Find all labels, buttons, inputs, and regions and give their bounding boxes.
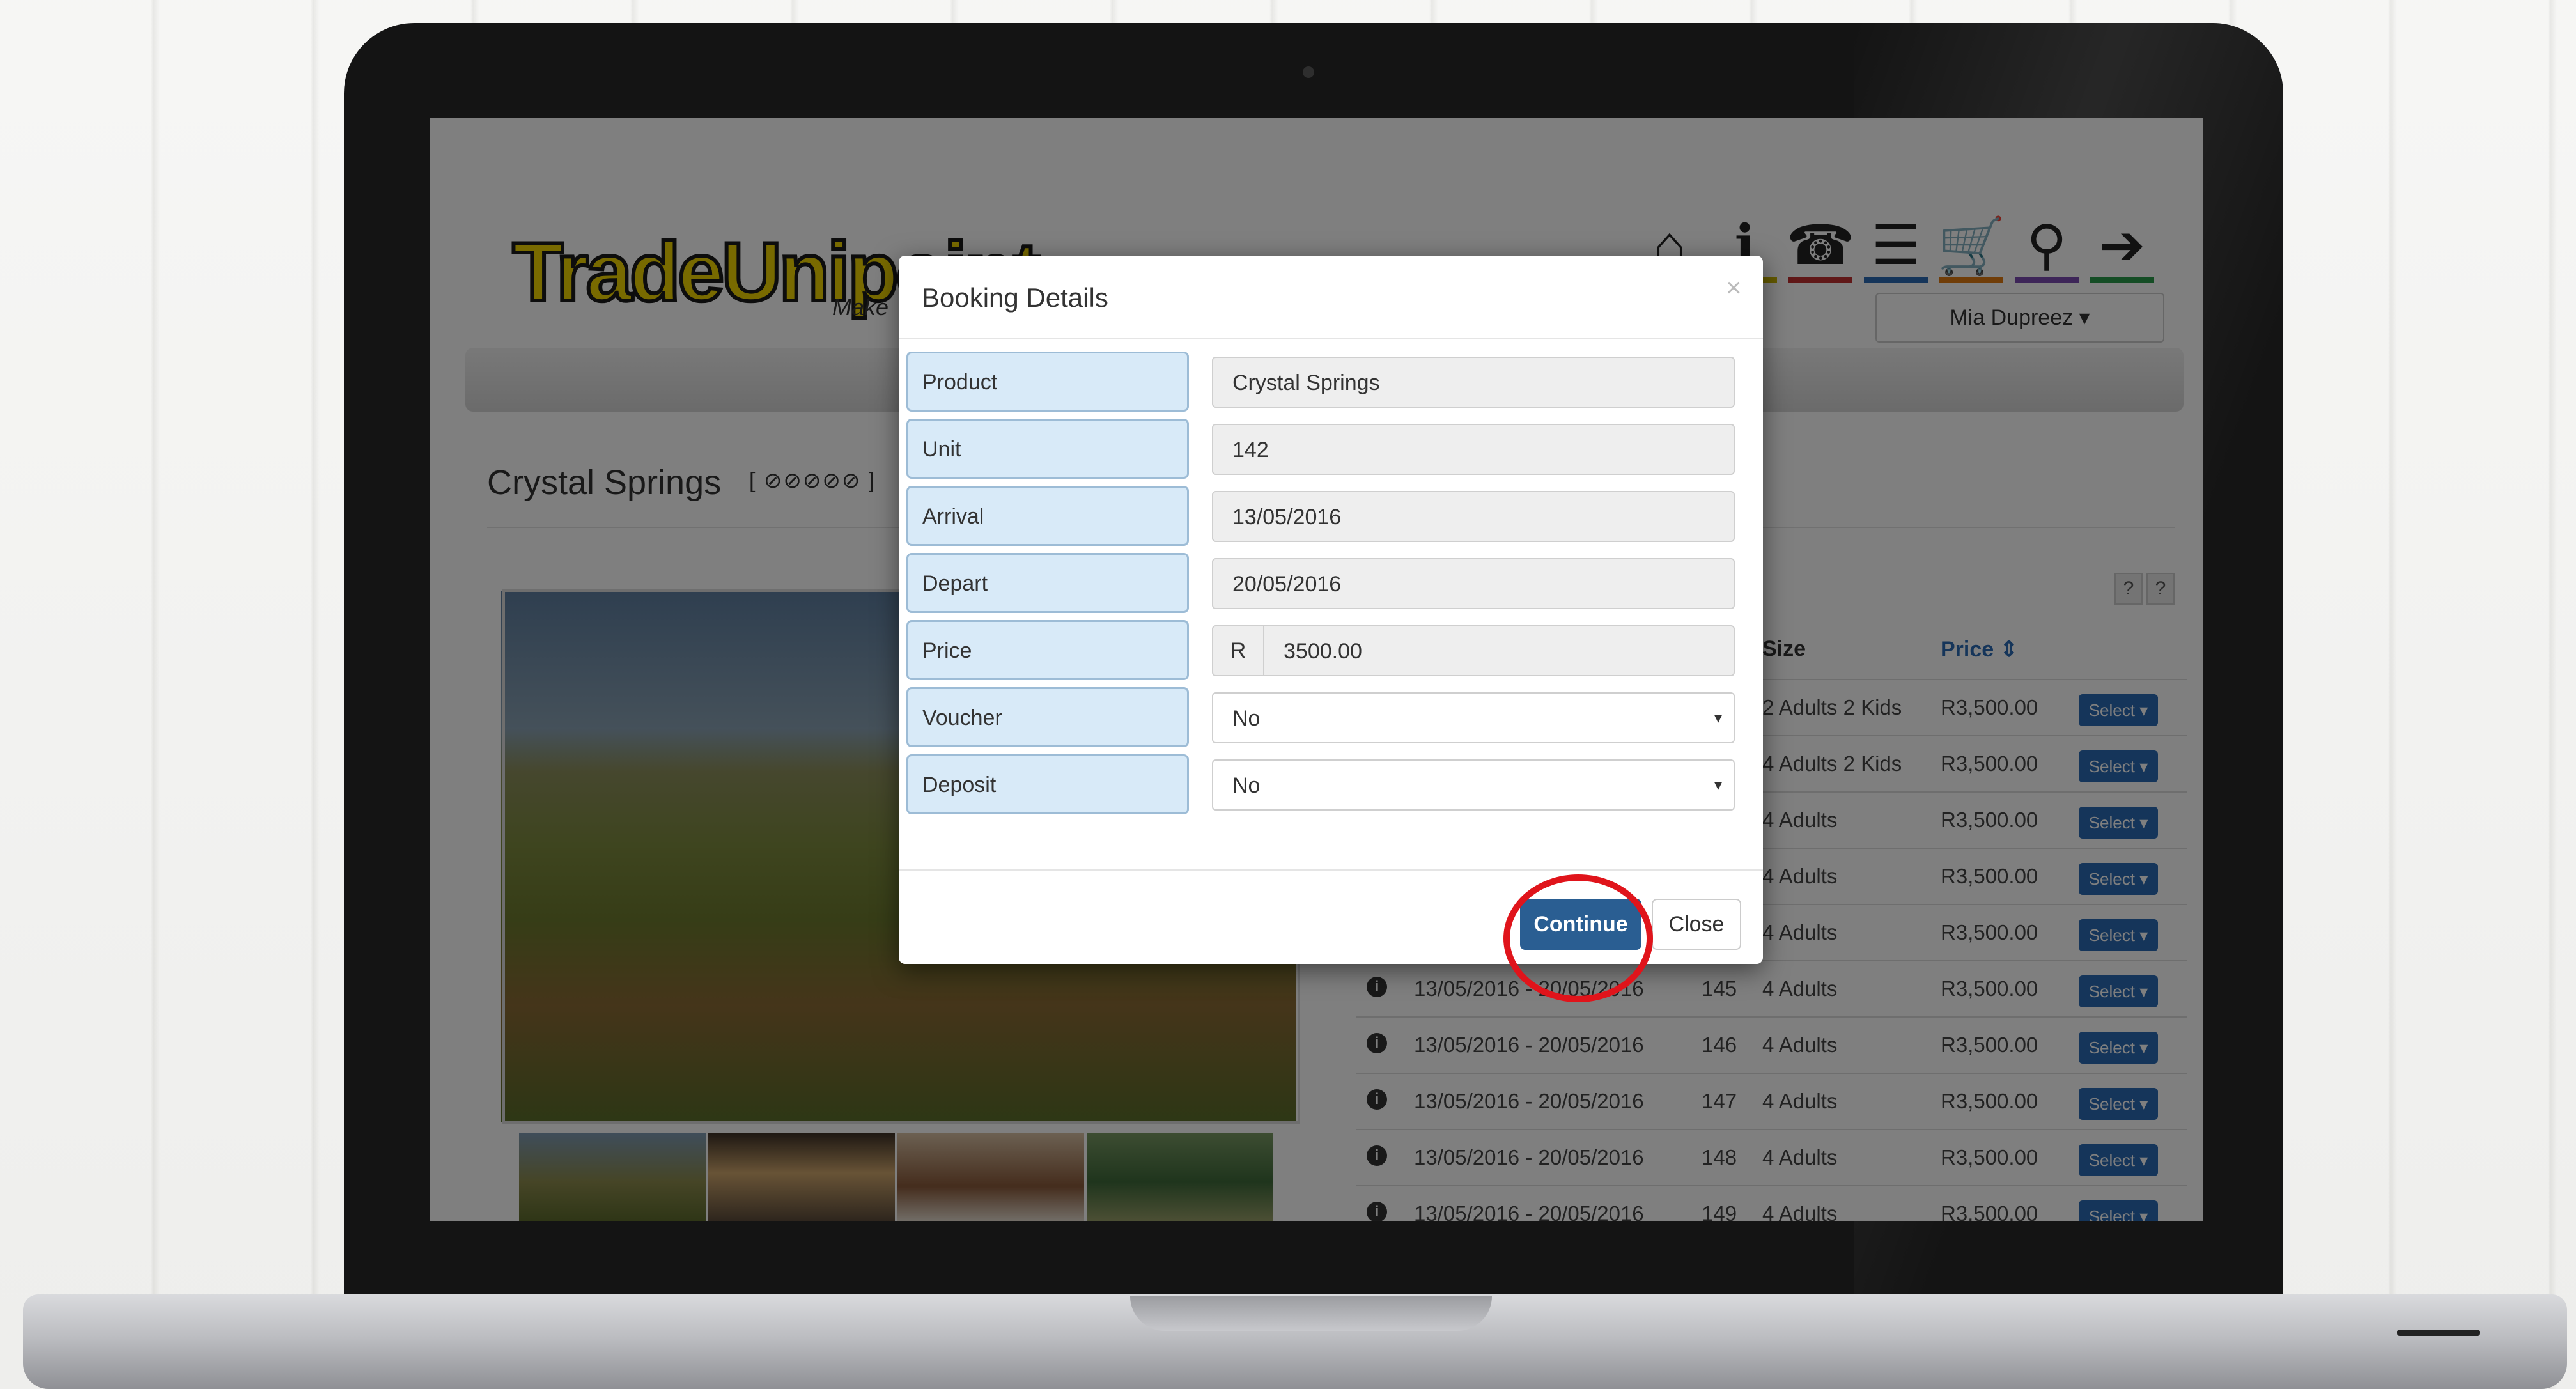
- price-value: 3500.00: [1284, 639, 1362, 663]
- field-arrival: Arrival 13/05/2016: [906, 486, 1744, 547]
- highlight-annotation-circle: [1503, 874, 1653, 1002]
- modal-header: Booking Details ×: [899, 256, 1763, 339]
- close-icon[interactable]: ×: [1726, 272, 1742, 303]
- laptop-opening-notch: [1130, 1296, 1492, 1331]
- modal-footer-divider: [899, 869, 1763, 871]
- chevron-down-icon: ▾: [1714, 777, 1722, 794]
- price-field: R 3500.00: [1212, 625, 1735, 676]
- field-deposit: Deposit No ▾: [906, 754, 1744, 816]
- field-price: Price R 3500.00: [906, 620, 1744, 681]
- product-field: Crystal Springs: [1212, 357, 1735, 408]
- field-label: Deposit: [906, 754, 1189, 814]
- deposit-selected-value: No: [1232, 773, 1261, 798]
- field-label: Unit: [906, 419, 1189, 479]
- field-label: Voucher: [906, 687, 1189, 747]
- field-label: Product: [906, 352, 1189, 412]
- chevron-down-icon: ▾: [1714, 710, 1722, 727]
- close-button[interactable]: Close: [1652, 899, 1741, 950]
- arrival-field: 13/05/2016: [1212, 491, 1735, 542]
- booking-details-modal: Booking Details × Product Crystal Spring…: [899, 256, 1763, 1002]
- modal-title: Booking Details: [922, 283, 1108, 313]
- currency-addon: R: [1213, 626, 1264, 675]
- field-label: Price: [906, 620, 1189, 680]
- deposit-select[interactable]: No ▾: [1212, 759, 1735, 811]
- unit-field: 142: [1212, 424, 1735, 475]
- field-unit: Unit 142: [906, 419, 1744, 480]
- field-label: Depart: [906, 553, 1189, 613]
- field-voucher: Voucher No ▾: [906, 687, 1744, 749]
- field-product: Product Crystal Springs: [906, 352, 1744, 413]
- depart-field: 20/05/2016: [1212, 558, 1735, 609]
- voucher-select[interactable]: No ▾: [1212, 692, 1735, 743]
- status-light: [2397, 1330, 2480, 1336]
- voucher-selected-value: No: [1232, 706, 1261, 731]
- field-label: Arrival: [906, 486, 1189, 546]
- webcam: [1303, 66, 1314, 78]
- field-depart: Depart 20/05/2016: [906, 553, 1744, 614]
- laptop-screen: TradeUnipoint Make ⌂ ℹ ☎ ☰ 🛒 ⚲ ➔ Mia Dup…: [430, 118, 2203, 1221]
